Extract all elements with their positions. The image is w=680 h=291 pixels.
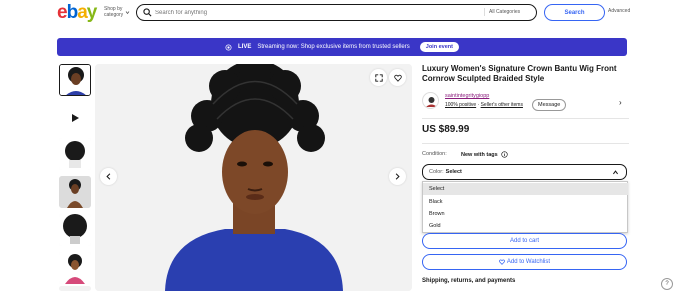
price: US $89.99	[422, 124, 470, 135]
seller-logo-icon	[426, 97, 437, 107]
condition-label: Condition:	[422, 151, 447, 157]
logo-b: b	[66, 2, 79, 23]
category-select[interactable]: All Categories	[484, 8, 534, 16]
category-select-value: All Categories	[489, 9, 521, 15]
expand-button[interactable]	[370, 69, 387, 86]
logo-e: e	[57, 2, 68, 23]
add-to-cart-label: Add to cart	[509, 238, 539, 244]
listing-title: Luxury Women's Signature Crown Bantu Wig…	[422, 64, 617, 83]
live-label: LIVE	[238, 44, 252, 50]
seller-avatar[interactable]	[422, 92, 439, 109]
search-button[interactable]: Search	[544, 4, 605, 21]
add-to-watchlist-label: Add to Watchlist	[506, 259, 551, 265]
thumbnail-3[interactable]	[59, 138, 91, 170]
logo-y: y	[86, 2, 98, 23]
product-photo	[95, 64, 412, 291]
heart-icon	[393, 74, 402, 82]
thumbnail-image	[59, 252, 91, 284]
play-icon	[72, 114, 79, 122]
shop-by-line2: category	[104, 12, 124, 18]
thumbnail-image	[60, 65, 90, 95]
color-option[interactable]: Select	[423, 183, 628, 195]
seller-feedback-link[interactable]: 100% positive	[445, 102, 476, 108]
main-product-image[interactable]	[95, 64, 412, 291]
thumbnail-7[interactable]	[59, 286, 91, 291]
chevron-down-icon	[125, 10, 130, 14]
condition-value: New with tags	[461, 151, 508, 158]
color-option[interactable]: Black	[423, 196, 628, 208]
thumbnail-image	[59, 214, 91, 246]
condition-text: New with tags	[461, 151, 498, 158]
thumbnail-5[interactable]	[59, 214, 91, 246]
search-icon	[143, 8, 152, 17]
thumbnail-4[interactable]	[59, 176, 91, 208]
thumbnail-1[interactable]	[59, 64, 91, 96]
seller-card: saintintegritygiopp 100% positive · Sell…	[422, 90, 629, 114]
divider	[422, 143, 629, 144]
site-header: ebay Shop bycategory All Categories Sear…	[0, 0, 680, 26]
message-seller-button[interactable]: Message	[532, 99, 567, 111]
logo-a: a	[77, 2, 88, 23]
thumbnail-6[interactable]	[59, 252, 91, 284]
video-thumbnail[interactable]	[59, 102, 91, 134]
seller-stats: 100% positive · Seller's other items	[445, 102, 523, 108]
divider	[422, 118, 629, 119]
thumbnail-image	[59, 176, 91, 208]
next-image-button[interactable]	[389, 168, 406, 185]
banner-text: Streaming now: Shop exclusive items from…	[257, 44, 410, 50]
expand-icon	[374, 73, 383, 82]
chevron-left-icon	[106, 173, 111, 180]
add-to-watchlist-button[interactable]: Add to Watchlist	[422, 254, 627, 270]
chevron-right-icon[interactable]: ›	[619, 98, 622, 107]
search-bar: All Categories	[136, 4, 537, 21]
search-input[interactable]	[155, 7, 455, 18]
color-label: Color:	[429, 169, 444, 175]
help-button[interactable]: ?	[661, 278, 673, 290]
thumbnail-image	[59, 138, 91, 170]
advanced-search-link[interactable]: Advanced	[608, 8, 630, 14]
color-option[interactable]: Gold	[423, 220, 628, 232]
info-icon[interactable]	[501, 151, 508, 158]
seller-other-items-link[interactable]: Seller's other items	[481, 102, 523, 108]
live-event-banner[interactable]: LIVE Streaming now: Shop exclusive items…	[57, 38, 627, 56]
watch-heart-button[interactable]	[389, 69, 406, 86]
heart-icon	[499, 259, 505, 265]
ebay-logo[interactable]: ebay	[57, 2, 98, 24]
add-to-cart-button[interactable]: Add to cart	[422, 233, 627, 249]
shop-by-text: Shop by category	[104, 6, 123, 18]
shipping-returns-payments-link[interactable]: Shipping, returns, and payments	[422, 278, 515, 284]
color-dropdown-menu: Select Black Brown Gold	[422, 181, 628, 233]
join-event-button[interactable]: Join event	[419, 42, 459, 52]
previous-image-button[interactable]	[100, 168, 117, 185]
shop-by-category-button[interactable]: Shop by category	[104, 6, 130, 18]
color-selected-value: Select	[445, 169, 462, 175]
live-broadcast-icon	[225, 43, 232, 51]
chevron-up-icon	[612, 170, 619, 175]
chevron-right-icon	[395, 173, 400, 180]
color-option[interactable]: Brown	[423, 208, 628, 220]
seller-name-link[interactable]: saintintegritygiopp	[445, 93, 489, 99]
color-select[interactable]: Color: Select	[422, 164, 627, 180]
